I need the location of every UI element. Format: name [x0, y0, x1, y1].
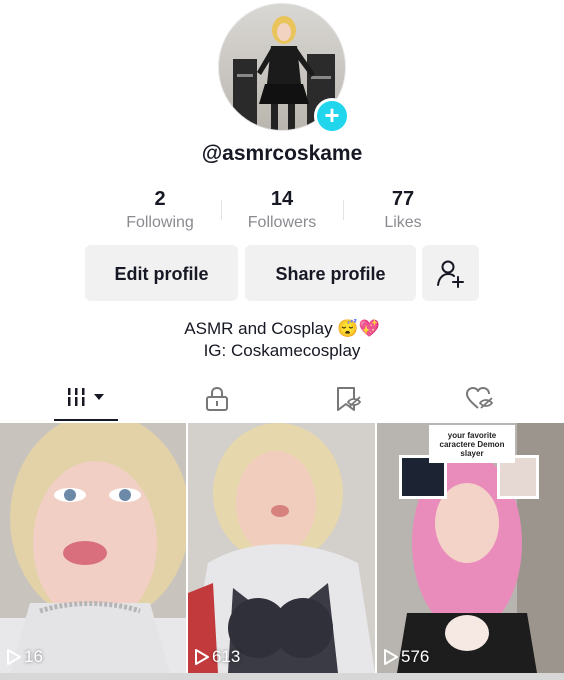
play-icon	[195, 649, 209, 665]
following-count: 2	[154, 188, 166, 210]
tab-liked[interactable]	[409, 378, 549, 422]
video-thumbnail[interactable]: your favorite caractere Demon slayer 576	[377, 423, 564, 673]
stat-followers[interactable]: 14 Followers	[222, 186, 342, 234]
stats-row: 2 Following 14 Followers 77 Likes	[0, 186, 564, 236]
play-icon	[384, 649, 398, 665]
profile-avatar[interactable]: +	[218, 3, 350, 134]
view-count-value: 576	[401, 647, 430, 666]
next-row-thumbnails	[0, 673, 564, 680]
stat-following[interactable]: 2 Following	[100, 186, 220, 234]
profile-tabs	[0, 378, 564, 422]
view-count: 576	[383, 647, 429, 667]
username: @asmrcoskame	[201, 142, 363, 165]
tab-saved[interactable]	[278, 378, 418, 422]
active-tab-indicator	[54, 419, 118, 421]
followers-count: 14	[270, 188, 294, 210]
play-icon	[7, 649, 21, 665]
view-count: 613	[194, 647, 240, 667]
video-grid: 16 613 your favorite caractere Demon sla…	[0, 423, 564, 680]
following-label: Following	[126, 214, 194, 231]
bio-text: ASMR and Cosplay	[184, 319, 333, 338]
video-thumbnail-image	[188, 423, 375, 673]
add-avatar-button[interactable]: +	[314, 98, 350, 134]
bio: ASMR and Cosplay 😴💖 IG: Coskamecosplay	[0, 318, 564, 362]
share-profile-button[interactable]: Share profile	[245, 245, 416, 301]
video-thumbnail[interactable]: 613	[188, 423, 375, 673]
add-friend-button[interactable]	[422, 245, 479, 301]
tab-private[interactable]	[147, 378, 287, 422]
edit-profile-button[interactable]: Edit profile	[85, 245, 238, 301]
bio-line-2: IG: Coskamecosplay	[203, 341, 361, 360]
view-count: 16	[6, 647, 43, 667]
video-thumbnail[interactable]: 16	[0, 423, 186, 673]
likes-label: Likes	[384, 214, 422, 231]
view-count-value: 613	[212, 647, 241, 666]
likes-count: 77	[391, 188, 415, 210]
bio-line-1: ASMR and Cosplay 😴💖	[0, 318, 564, 340]
video-thumbnail-image	[0, 423, 186, 673]
view-count-value: 16	[24, 647, 43, 666]
bio-emoji: 😴💖	[337, 319, 380, 338]
video-caption: your favorite caractere Demon slayer	[429, 425, 515, 463]
stat-likes[interactable]: 77 Likes	[343, 186, 463, 234]
tab-videos[interactable]	[16, 378, 156, 422]
followers-label: Followers	[247, 214, 317, 231]
